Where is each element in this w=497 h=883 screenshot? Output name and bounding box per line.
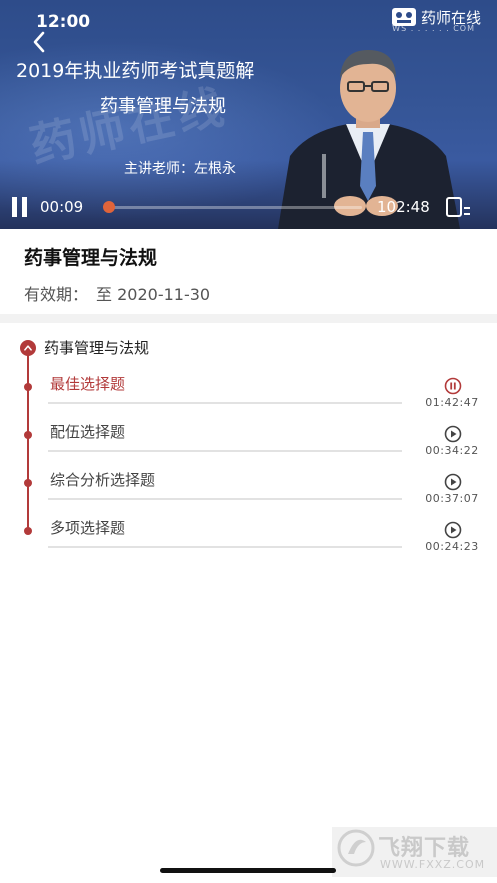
lesson-name: 多项选择题: [50, 519, 126, 537]
play-circle-icon[interactable]: [444, 425, 462, 443]
validity-value: 至 2020-11-30: [96, 285, 211, 304]
fullscreen-icon: [446, 197, 470, 217]
validity-row: 有效期： 至 2020-11-30: [24, 281, 210, 305]
chevron-left-icon: [33, 31, 45, 53]
fullscreen-button[interactable]: [444, 194, 472, 218]
lesson-duration: 01:42:47: [425, 396, 479, 409]
lesson-duration: 00:34:22: [425, 444, 479, 457]
lesson-name: 配伍选择题: [50, 423, 126, 441]
lesson-item[interactable]: 综合分析选择题 00:37:07: [0, 466, 497, 514]
slide-title: 2019年执业药师考试真题解: [16, 60, 255, 82]
video-player[interactable]: 药师在线 12:00 药师在线 WS . . . . . . COM 2019年…: [0, 0, 497, 229]
current-time: 00:09: [40, 198, 84, 216]
lesson-progress-line: [48, 450, 402, 452]
site-watermark-url: WWW.FXXZ.COM: [380, 858, 486, 871]
status-bar-time: 12:00: [36, 12, 91, 32]
course-title: 药事管理与法规: [24, 247, 158, 269]
chapter-title: 药事管理与法规: [44, 339, 150, 357]
chevron-up-glyph: [24, 344, 32, 351]
lesson-progress-line: [48, 402, 402, 404]
section-divider: [0, 314, 497, 323]
lesson-item[interactable]: 最佳选择题 01:42:47: [0, 370, 497, 418]
pause-button[interactable]: [12, 197, 30, 217]
pause-icon-bar: [22, 197, 27, 217]
pause-circle-icon[interactable]: [444, 377, 462, 395]
progress-track[interactable]: [104, 206, 362, 209]
lesson-progress-line: [48, 546, 402, 548]
site-logo-icon: [337, 829, 375, 867]
teacher-name: 主讲老师：左根永: [124, 161, 236, 177]
play-circle-icon[interactable]: [444, 473, 462, 491]
brand-sub: WS . . . . . . COM: [392, 24, 475, 33]
lesson-duration: 00:24:23: [425, 540, 479, 553]
slide-subtitle: 药事管理与法规: [100, 96, 226, 117]
timeline-dot: [24, 479, 32, 487]
back-button[interactable]: [28, 30, 52, 54]
total-time: 102:48: [377, 198, 430, 216]
chapter-header[interactable]: 药事管理与法规: [20, 337, 149, 358]
play-circle-icon[interactable]: [444, 521, 462, 539]
lesson-name: 最佳选择题: [50, 375, 126, 393]
timeline-dot: [24, 527, 32, 535]
lesson-progress-line: [48, 498, 402, 500]
progress-knob[interactable]: [103, 201, 116, 213]
lesson-duration: 00:37:07: [425, 492, 479, 505]
lesson-item[interactable]: 多项选择题 00:24:23: [0, 514, 497, 562]
timeline-dot: [24, 383, 32, 391]
timeline-dot: [24, 431, 32, 439]
home-indicator[interactable]: [160, 868, 336, 873]
validity-label: 有效期：: [24, 285, 89, 304]
player-controls: 00:09 102:48: [0, 186, 497, 229]
pause-icon-bar: [12, 197, 17, 217]
lesson-name: 综合分析选择题: [50, 471, 156, 489]
lesson-item[interactable]: 配伍选择题 00:34:22: [0, 418, 497, 466]
